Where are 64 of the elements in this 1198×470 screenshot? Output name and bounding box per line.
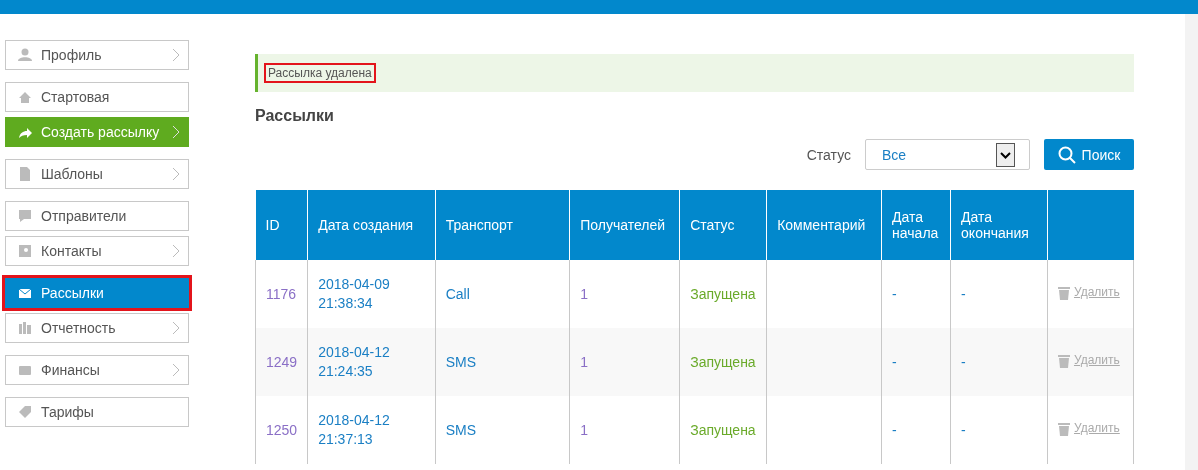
table-cell: -	[892, 421, 897, 438]
home-icon	[18, 90, 32, 104]
sidebar-item[interactable]: Тарифы	[5, 397, 189, 427]
table-cell: 1	[580, 353, 588, 370]
trash-icon	[1057, 421, 1070, 436]
column-header: Статус	[679, 190, 767, 260]
date-text: 2018-04-12 21:37:13	[318, 412, 390, 447]
caret-icon	[996, 142, 1015, 167]
table-cell: SMS	[445, 421, 477, 438]
sidebar-item[interactable]: Контакты	[5, 236, 189, 266]
status-select[interactable]: Все	[865, 139, 1030, 170]
sidebar-item[interactable]: Отправители	[5, 201, 189, 231]
page-heading: Рассылки	[255, 107, 335, 125]
share-icon	[18, 125, 32, 139]
table-cell: Запущена	[690, 285, 756, 302]
wallet-icon	[18, 363, 32, 377]
sidebar-item[interactable]: Отчетность	[5, 313, 189, 343]
date-text: 2018-04-12 21:24:35	[318, 344, 390, 379]
table-cell: 1176	[266, 285, 297, 302]
column-header: Транспорт	[435, 190, 570, 260]
table-cell: Запущена	[690, 421, 756, 438]
search-icon	[1057, 145, 1076, 164]
table-cell: -	[961, 353, 966, 370]
column-header: Комментарий	[766, 190, 882, 260]
search-button[interactable]: Поиск	[1044, 139, 1134, 170]
table-cell: -	[961, 285, 966, 302]
status-label: Статус	[806, 146, 851, 163]
chat-icon	[18, 209, 32, 223]
table-cell: Запущена	[690, 353, 756, 370]
table-cell: -	[892, 353, 897, 370]
tag-icon	[18, 405, 32, 419]
sidebar-item[interactable]: Стартовая	[5, 82, 189, 112]
sidebar-item[interactable]: Рассылки	[5, 278, 189, 308]
column-header: Дата окончания	[950, 190, 1048, 260]
chevron-icon	[172, 321, 180, 335]
column-header: Дата создания	[307, 190, 436, 260]
table-cell: 1250	[266, 421, 298, 438]
file-icon	[18, 167, 32, 181]
mail-icon	[18, 286, 32, 300]
column-header: Получателей	[569, 190, 680, 260]
date-text: 2018-04-09 21:38:34	[318, 276, 390, 311]
sidebar-item[interactable]: Шаблоны	[5, 159, 189, 189]
sidebar-item[interactable]: Финансы	[5, 355, 189, 385]
chart-icon	[18, 321, 32, 335]
table-cell: 1	[580, 285, 588, 302]
chevron-icon	[172, 48, 180, 62]
trash-icon	[1057, 285, 1070, 300]
table-cell: -	[961, 421, 966, 438]
sidebar-item[interactable]: Профиль	[5, 40, 189, 70]
notice-text: Рассылка удалена	[266, 65, 374, 81]
user-icon	[18, 48, 32, 62]
table-cell: Call	[445, 285, 470, 302]
chevron-icon	[172, 125, 180, 139]
chevron-icon	[172, 244, 180, 258]
table-cell: 1249	[266, 353, 298, 370]
table-cell: 1	[580, 421, 588, 438]
chevron-icon	[172, 167, 180, 181]
column-header: ID	[255, 190, 308, 260]
table-cell: SMS	[445, 353, 477, 370]
table-cell: -	[892, 285, 897, 302]
column-header: Дата начала	[881, 190, 951, 260]
trash-icon	[1057, 353, 1070, 368]
contact-icon	[18, 244, 32, 258]
chevron-icon	[172, 363, 180, 377]
